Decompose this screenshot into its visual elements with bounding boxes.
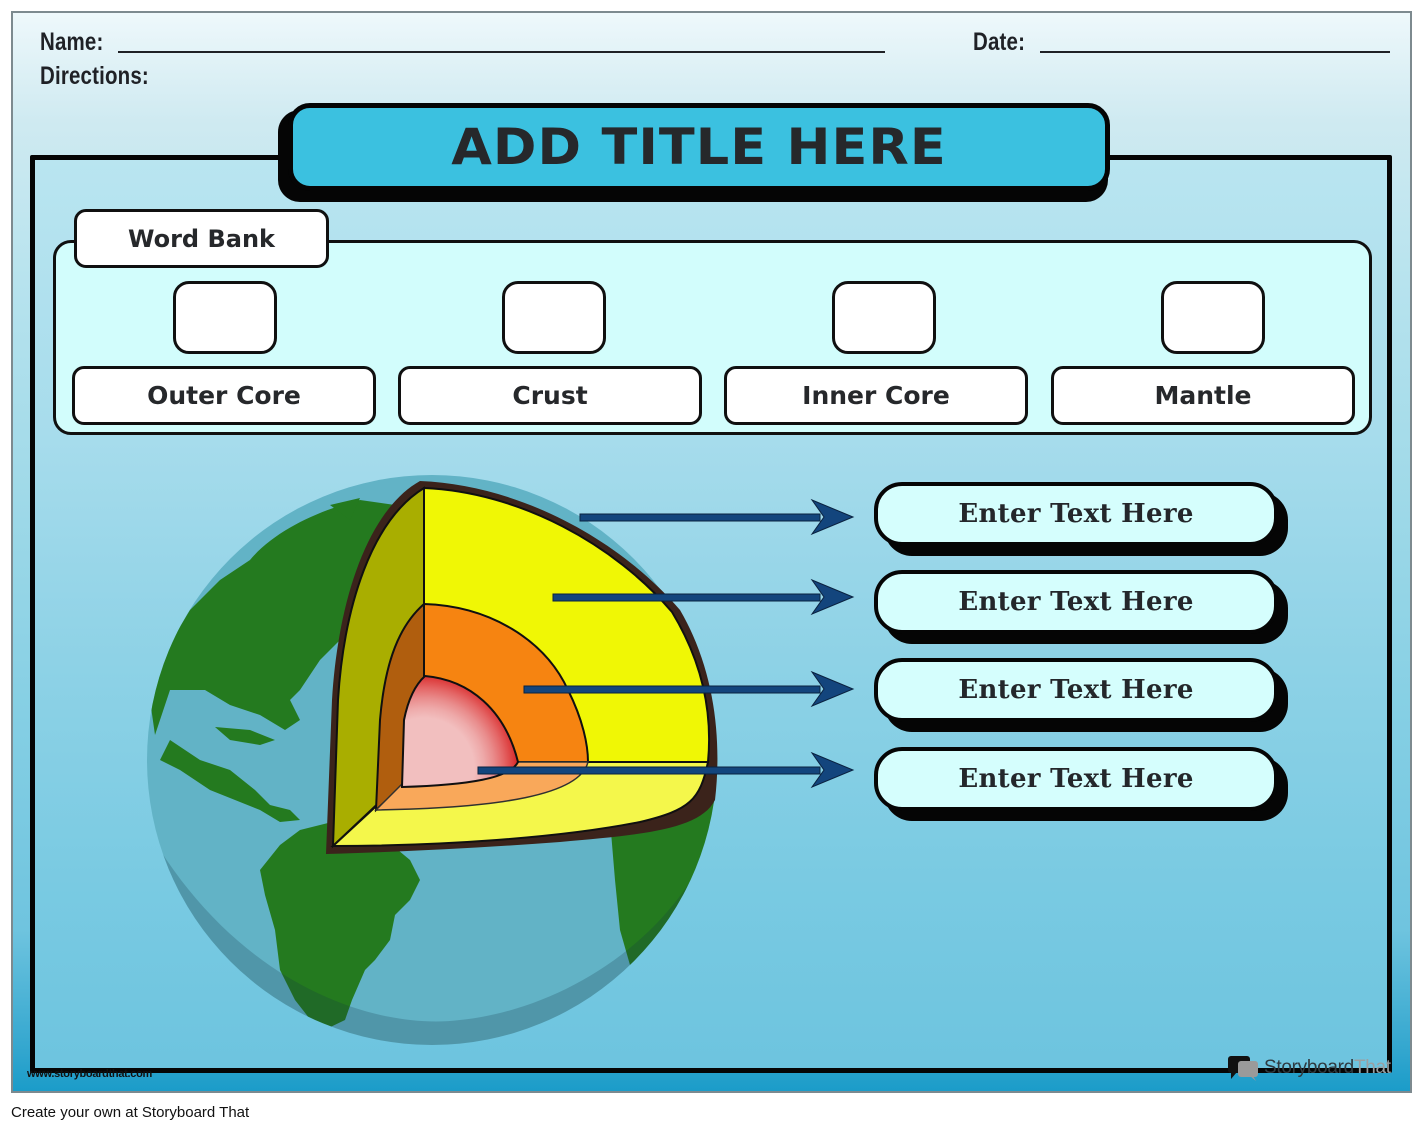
date-label: Date: [973,28,1026,56]
answer-box[interactable]: Enter Text Here [874,570,1278,634]
date-line[interactable] [1040,51,1390,53]
word-bank-item[interactable]: Inner Core [724,366,1028,425]
word-bank-word: Crust [512,381,588,410]
word-bank-label: Word Bank [127,224,275,253]
word-bank-item[interactable]: Crust [398,366,702,425]
answer-box[interactable]: Enter Text Here [874,747,1278,811]
answer-box-text: Enter Text Here [958,675,1194,705]
answer-box-text: Enter Text Here [958,587,1194,617]
title-text: ADD TITLE HERE [451,118,947,176]
word-bank-word: Outer Core [147,381,301,410]
footer-link[interactable]: Create your own at Storyboard That [11,1104,249,1121]
word-bank-word: Mantle [1154,381,1252,410]
name-label: Name: [40,28,104,56]
title-box[interactable]: ADD TITLE HERE [288,103,1110,191]
word-bank-tab: Word Bank [74,209,329,268]
word-bank-item[interactable]: Outer Core [72,366,376,425]
brand-name: StoryboardThat [1264,1057,1391,1078]
name-line[interactable] [118,51,885,53]
word-bank-item[interactable]: Mantle [1051,366,1355,425]
answer-box[interactable]: Enter Text Here [874,658,1278,722]
answer-box-text: Enter Text Here [958,499,1194,529]
answer-box[interactable]: Enter Text Here [874,482,1278,546]
answer-box-text: Enter Text Here [958,764,1194,794]
word-bank-word: Inner Core [802,381,950,410]
watermark-url: www.storyboardthat.com [27,1068,153,1080]
word-image-slot[interactable] [1161,281,1265,354]
word-image-slot[interactable] [173,281,277,354]
speech-bubble-icon [1228,1055,1260,1081]
word-image-slot[interactable] [832,281,936,354]
directions-label: Directions: [40,62,149,90]
storyboardthat-logo[interactable]: StoryboardThat [1228,1055,1391,1081]
word-image-slot[interactable] [502,281,606,354]
